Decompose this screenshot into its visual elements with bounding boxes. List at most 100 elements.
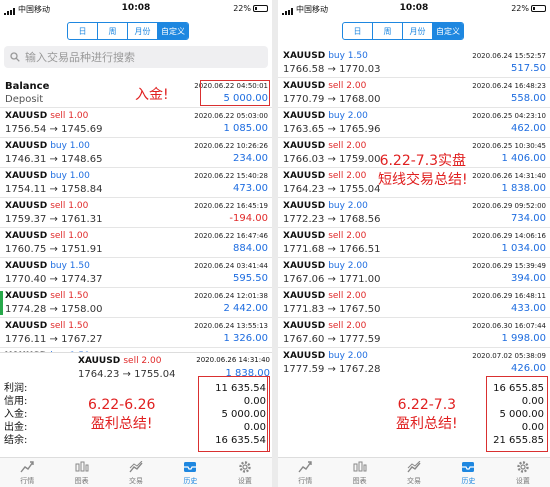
deal-prices: 1764.23 → 1755.04 (283, 184, 381, 195)
tab-month[interactable]: 月份 (128, 23, 158, 39)
tab-week[interactable]: 周 (98, 23, 128, 39)
deal-date: 2020.06.29 15:39:49 (472, 262, 546, 270)
deal-prices: 1771.83 → 1767.50 (283, 304, 381, 315)
deal-row[interactable]: XAUUSD buy 1.50 1770.40 → 1774.37 2020.06.2… (0, 258, 272, 288)
deal-symbol: XAUUSD sell 1.50 (5, 291, 89, 301)
deal-row[interactable]: XAUUSD sell 1.00 1756.54 → 1745.69 2020.06.… (0, 108, 272, 138)
deal-prices: 1777.59 → 1767.28 (283, 364, 381, 375)
deal-side: sell 2.00 (328, 141, 367, 151)
nav-label: 图表 (352, 476, 367, 485)
deal-row[interactable]: XAUUSD buy 1.00 1754.11 → 1758.84 2020.06.2… (0, 168, 272, 198)
gear-icon (237, 460, 253, 474)
nav-trade[interactable]: 交易 (109, 458, 163, 487)
trade-icon (406, 460, 422, 474)
mid-annotation: 6.22-7.3实盘 短线交易总结! (378, 152, 468, 190)
deal-symbol: XAUUSDbuy 1.50 (5, 261, 90, 271)
deal-date: 2020.06.24 03:41:44 (194, 262, 268, 270)
deal-date: 2020.06.29 16:48:11 (472, 292, 546, 300)
deal-symbol: XAUUSD buy 1.00 (5, 141, 90, 151)
deal-row[interactable]: XAUUSD sell 1.50 1774.28 → 1758.00 2020.06.… (0, 288, 272, 318)
battery-icon (253, 5, 268, 12)
battery-percent: 22% (511, 4, 529, 13)
deal-side: buy 2.00 (328, 111, 368, 121)
deposit-highlight-box (200, 80, 270, 106)
deal-row[interactable]: XAUUSD sell 1.00 1759.37 → 1761.31 2020.06.… (0, 198, 272, 228)
deal-symbol: XAUUSDbuy 2.00 (283, 201, 368, 211)
deal-date: 2020.06.22 16:47:46 (194, 232, 268, 240)
deal-symbol: XAUUSDbuy 2.00 (283, 351, 368, 361)
total-annotation-line1: 6.22-6.26 (88, 397, 156, 413)
nav-history[interactable]: 历史 (163, 458, 217, 487)
nav-quotes[interactable]: 行情 (0, 458, 54, 487)
nav-settings[interactable]: 设置 (218, 458, 272, 487)
deal-row[interactable]: XAUUSD buy 2.00 1767.06 → 1771.00 2020.06.2… (278, 258, 550, 288)
deal-side: sell 1.00 (50, 111, 89, 121)
deal-side: sell 2.00 (328, 291, 367, 301)
tab-day[interactable]: 日 (343, 23, 373, 39)
deal-profit: 595.50 (233, 273, 268, 284)
search-input[interactable]: 输入交易品种进行搜索 (4, 46, 268, 68)
deal-side: buy 1.00 (50, 171, 90, 181)
tab-month[interactable]: 月份 (403, 23, 433, 39)
deal-prices: 1756.54 → 1745.69 (5, 124, 103, 135)
total-annotation-line1: 6.22-7.3 (397, 397, 457, 413)
tab-week[interactable]: 周 (373, 23, 403, 39)
deal-profit: 1 838.00 (501, 183, 546, 194)
deal-side: buy 1.50 (328, 51, 368, 61)
total-annotation-line2: 盈利总结! (396, 416, 458, 432)
deal-row[interactable]: XAUUSD buy 1.00 1746.31 → 1748.65 2020.06.2… (0, 138, 272, 168)
deal-prices: 1763.65 → 1765.96 (283, 124, 381, 135)
tab-custom[interactable]: 自定义 (433, 23, 463, 39)
deal-row[interactable]: XAUUSD sell 1.00 1760.75 → 1751.91 2020.06.… (0, 228, 272, 258)
deal-date: 2020.07.02 05:38:09 (472, 352, 546, 360)
deal-profit: 1 998.00 (501, 333, 546, 344)
tab-day[interactable]: 日 (68, 23, 98, 39)
deal-prices: 1776.11 → 1767.27 (5, 334, 103, 345)
nav-charts[interactable]: 图表 (54, 458, 108, 487)
deal-prices: 1770.40 → 1774.37 (5, 274, 103, 285)
deal-date: 2020.06.22 16:45:19 (194, 202, 268, 210)
nav-quotes[interactable]: 行情 (278, 458, 332, 487)
deal-profit: 1 085.00 (223, 123, 268, 134)
deal-profit: 473.00 (233, 183, 268, 194)
deal-row[interactable]: XAUUSD sell 2.00 1770.79 → 1768.00 2020.06.… (278, 78, 550, 108)
nav-settings[interactable]: 设置 (496, 458, 550, 487)
nav-charts[interactable]: 图表 (332, 458, 386, 487)
nav-trade[interactable]: 交易 (387, 458, 441, 487)
deal-row[interactable]: XAUUSD sell 2.00 1771.68 → 1766.51 2020.06.… (278, 228, 550, 258)
nav-history[interactable]: 历史 (441, 458, 495, 487)
trade-icon (128, 460, 144, 474)
deal-row[interactable]: XAUUSD sell 2.00 1771.83 → 1767.50 2020.06.… (278, 288, 550, 318)
tab-custom[interactable]: 自定义 (158, 23, 188, 39)
deal-date: 2020.06.29 14:06:16 (472, 232, 546, 240)
deal-prices: 1746.31 → 1748.65 (5, 154, 103, 165)
deal-symbol: XAUUSDsell 2.00 (283, 171, 367, 181)
deal-date: 2020.06.22 15:40:28 (194, 172, 268, 180)
nav-label: 设置 (515, 476, 530, 485)
deal-prices: 1759.37 → 1761.31 (5, 214, 103, 225)
deal-profit: 884.00 (233, 243, 268, 254)
deal-side: sell 1.00 (50, 231, 89, 241)
deal-symbol: XAUUSDsell 2.00 (283, 291, 367, 301)
nav-label: 行情 (298, 476, 313, 485)
deal-row[interactable]: XAUUSD buy 2.00 1777.59 → 1767.28 2020.07.0… (278, 348, 550, 378)
deal-prices: 1767.06 → 1771.00 (283, 274, 381, 285)
deal-date: 2020.06.25 10:30:45 (472, 142, 546, 150)
deal-profit: 1 406.00 (501, 153, 546, 164)
deal-symbol: XAUUSD sell 1.50 (5, 321, 89, 331)
total-annotation: 6.22-7.3 盈利总结! (396, 396, 458, 434)
deal-row[interactable]: XAUUSD buy 2.00 1763.65 → 1765.96 2020.06.2… (278, 108, 550, 138)
deal-row[interactable]: XAUUSDbuy 1.50 1766.58 → 1770.03 2020.06.2… (278, 48, 550, 78)
battery-icon (531, 5, 546, 12)
deal-row[interactable]: XAUUSD buy 2.00 1772.23 → 1768.56 2020.06.2… (278, 198, 550, 228)
deal-row[interactable]: XAUUSD sell 1.50 1776.11 → 1767.27 2020.06.… (0, 318, 272, 348)
gear-icon (515, 460, 531, 474)
deal-symbol: XAUUSDsell 2.00 (283, 81, 367, 91)
label-profit: 利润: (4, 383, 28, 394)
deal-symbol: XAUUSDbuy 2.00 (283, 111, 368, 121)
deal-date: 2020.06.30 16:07:44 (472, 322, 546, 330)
deal-row[interactable]: XAUUSD sell 2.00 1767.60 → 1777.59 2020.06.… (278, 318, 550, 348)
deal-side: sell 2.00 (328, 171, 367, 181)
deal-side: sell 2.00 (328, 81, 367, 91)
deal-date: 2020.06.24 12:01:38 (194, 292, 268, 300)
